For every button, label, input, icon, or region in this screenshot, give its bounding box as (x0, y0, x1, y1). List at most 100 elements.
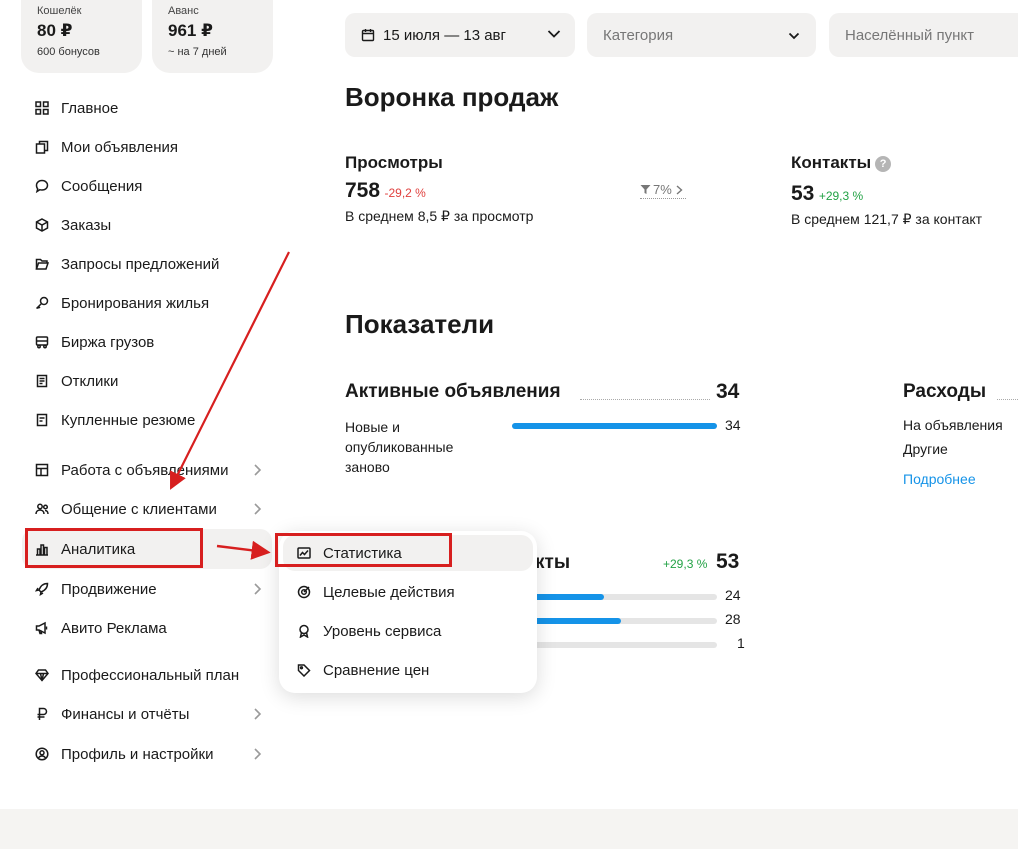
sidebar-item-ad-management[interactable]: Работа с объявлениями (35, 459, 228, 481)
submenu-item-price-compare[interactable]: Сравнение цен (279, 652, 537, 688)
sidebar-item-label: Мои объявления (61, 138, 178, 156)
sidebar-item-bookings[interactable]: Бронирования жилья (35, 292, 209, 314)
grid-icon (35, 101, 49, 115)
submenu-item-target-actions[interactable]: Целевые действия (279, 574, 537, 610)
sidebar-item-profile[interactable]: Профиль и настройки (35, 743, 213, 765)
views-change: -29,2 % (384, 186, 426, 200)
sidebar-item-label: Сообщения (61, 177, 143, 195)
contacts-value: 53 (791, 182, 815, 205)
folder-open-icon (35, 257, 49, 271)
active-ads-total: 34 (716, 380, 740, 403)
submenu-item-label: Уровень сервиса (323, 622, 442, 640)
help-icon[interactable]: ? (875, 156, 892, 172)
chevron-right-icon (676, 184, 683, 195)
sidebar-item-label: Работа с объявлениями (61, 461, 229, 479)
city-placeholder: Населённый пункт (845, 26, 975, 44)
contacts-row-value: 24 (725, 587, 741, 603)
wallet-card[interactable]: Кошелёк 80 ₽ 600 бонусов (21, 0, 142, 73)
submenu-item-service-level[interactable]: Уровень сервиса (279, 613, 537, 649)
active-ads-row-value: 34 (725, 417, 741, 433)
advance-card[interactable]: Аванс 961 ₽ ~ на 7 дней (152, 0, 273, 73)
submenu-item-label: Целевые действия (323, 583, 455, 601)
filter-funnel-icon (640, 185, 651, 194)
date-range-value: 15 июля — 13 авг (383, 26, 506, 44)
date-range-select[interactable]: 15 июля — 13 авг (345, 13, 575, 57)
sidebar-item-main[interactable]: Главное (35, 97, 118, 119)
dotted-leader (580, 399, 710, 400)
tag-icon (297, 663, 311, 677)
chevron-down-icon (788, 29, 800, 46)
diamond-icon (35, 668, 49, 682)
views-label: Просмотры (345, 153, 443, 172)
sidebar-item-label: Авито Реклама (61, 619, 167, 637)
expenses-label: Расходы (903, 381, 987, 402)
sidebar-item-label: Финансы и отчёты (61, 705, 190, 723)
sidebar-item-avito-ads[interactable]: Авито Реклама (35, 617, 167, 639)
advance-amount: 961 ₽ (168, 21, 213, 40)
sidebar-item-label: Общение с клиентами (61, 500, 217, 518)
category-placeholder: Категория (603, 26, 674, 44)
category-select[interactable]: Категория (587, 13, 816, 57)
contacts-row-value: 28 (725, 611, 741, 627)
sidebar-item-cargo[interactable]: Биржа грузов (35, 331, 154, 353)
chevron-right-icon (252, 502, 262, 516)
contacts-row-value: 1 (737, 635, 745, 651)
key-icon (35, 296, 49, 310)
wallet-amount: 80 ₽ (37, 21, 73, 40)
annotation-box-analytics (25, 528, 203, 568)
wallet-bonus: 600 бонусов (37, 46, 100, 58)
contacts-avg-cost: В среднем 121,7 ₽ за контакт (791, 211, 983, 227)
users-icon (35, 502, 49, 516)
user-circle-icon (35, 747, 49, 761)
sidebar-item-label: Главное (61, 99, 119, 117)
sidebar-item-label: Бронирования жилья (61, 294, 210, 312)
calendar-icon (361, 29, 375, 42)
chevron-right-icon (252, 707, 262, 721)
contacts-metric-label: кты (535, 552, 571, 573)
expenses-more-link[interactable]: Подробнее (903, 471, 976, 487)
chevron-right-icon (252, 747, 262, 761)
sidebar-item-label: Профессиональный план (61, 666, 240, 684)
sidebar-item-pro-plan[interactable]: Профессиональный план (35, 664, 239, 686)
sidebar-item-bought-resumes[interactable]: Купленные резюме (35, 409, 195, 431)
chevron-right-icon (252, 542, 262, 556)
sidebar-item-label: Биржа грузов (61, 333, 155, 351)
sidebar-item-orders[interactable]: Заказы (35, 214, 111, 236)
conversion-link[interactable]: 7% (640, 182, 686, 199)
views-value: 758 (345, 179, 381, 202)
sidebar-item-label: Запросы предложений (61, 255, 220, 273)
chat-bubble-icon (35, 179, 49, 193)
copy-icon (35, 140, 49, 154)
dotted-leader (997, 399, 1018, 400)
metrics-title: Показатели (345, 309, 495, 339)
sidebar-item-finance[interactable]: Финансы и отчёты (35, 703, 189, 725)
sidebar-item-messages[interactable]: Сообщения (35, 175, 142, 197)
resume-icon (35, 413, 49, 427)
active-ads-label: Активные объявления (345, 381, 561, 402)
rocket-icon (35, 582, 49, 596)
contacts-value-row: 53 +29,3 % (791, 182, 863, 206)
document-icon (35, 374, 49, 388)
progress-fill (512, 423, 717, 429)
expenses-row: На объявления (903, 417, 1003, 433)
chevron-right-icon (252, 463, 262, 477)
conversion-value: 7% (653, 182, 672, 197)
contacts-label: Контакты (791, 153, 872, 172)
sidebar-item-responses[interactable]: Отклики (35, 370, 118, 392)
annotation-arrow (170, 251, 290, 490)
sidebar-item-label: Заказы (61, 216, 112, 234)
ruble-icon (35, 707, 49, 721)
target-icon (297, 585, 311, 599)
funnel-title: Воронка продаж (345, 82, 559, 112)
sidebar-item-requests[interactable]: Запросы предложений (35, 253, 219, 275)
sidebar-item-client-communication[interactable]: Общение с клиентами (35, 498, 217, 520)
chevron-right-icon (252, 582, 262, 596)
sidebar-item-my-ads[interactable]: Мои объявления (35, 136, 178, 158)
sidebar-item-label: Купленные резюме (61, 411, 196, 429)
wallet-label: Кошелёк (37, 5, 82, 17)
sidebar-item-promotion[interactable]: Продвижение (35, 578, 157, 600)
layout-icon (35, 463, 49, 477)
box-icon (35, 218, 49, 232)
city-input[interactable]: Населённый пункт (829, 13, 1018, 57)
contacts-change: +29,3 % (818, 189, 864, 203)
